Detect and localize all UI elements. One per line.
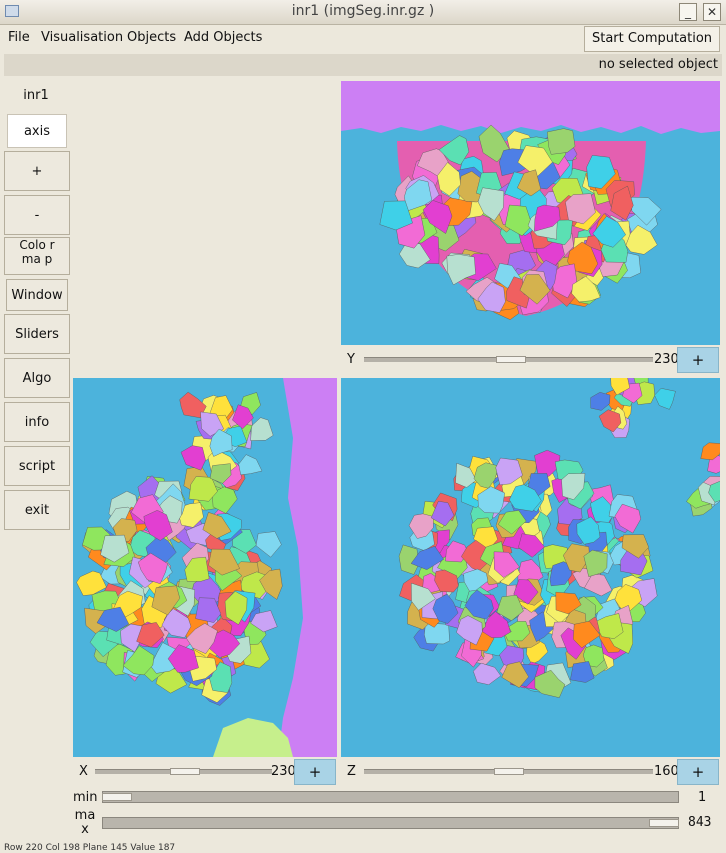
max-value: 843 bbox=[688, 815, 712, 830]
x-slider-value: 230 bbox=[271, 764, 296, 779]
menu-visualisation[interactable]: Visualisation bbox=[41, 30, 123, 45]
algo-button[interactable]: Algo bbox=[4, 358, 70, 398]
z-slider-thumb[interactable] bbox=[493, 768, 524, 775]
y-view-image[interactable] bbox=[341, 81, 720, 345]
z-plus-button[interactable]: + bbox=[677, 759, 719, 785]
min-slider-thumb[interactable] bbox=[102, 793, 132, 801]
max-label: ma x bbox=[74, 808, 96, 837]
selection-status: no selected object bbox=[598, 57, 718, 72]
max-slider-thumb[interactable] bbox=[649, 819, 679, 827]
y-slider-label: Y bbox=[347, 352, 355, 367]
y-slider-value: 230 bbox=[654, 352, 679, 367]
cursor-status: Row 220 Col 198 Plane 145 Value 187 bbox=[4, 843, 176, 853]
x-view-image[interactable] bbox=[73, 378, 337, 757]
zoom-in-button[interactable]: + bbox=[4, 151, 70, 191]
axis-button[interactable]: axis bbox=[7, 114, 67, 148]
minimize-icon[interactable]: _ bbox=[679, 3, 697, 21]
z-view-segmentation bbox=[341, 378, 720, 757]
start-computation-button[interactable]: Start Computation bbox=[584, 26, 720, 52]
x-slider-label: X bbox=[79, 764, 88, 779]
menu-file[interactable]: File bbox=[8, 30, 30, 45]
y-slider-thumb[interactable] bbox=[496, 356, 527, 363]
close-icon[interactable]: ✕ bbox=[703, 3, 721, 21]
max-slider-track[interactable] bbox=[102, 817, 679, 829]
x-plus-button[interactable]: + bbox=[294, 759, 336, 785]
info-button[interactable]: info bbox=[4, 402, 70, 442]
segmentation-cell bbox=[424, 623, 450, 645]
z-slider-value: 160 bbox=[654, 764, 679, 779]
script-button[interactable]: script bbox=[4, 446, 70, 486]
window-button[interactable]: Window bbox=[6, 279, 68, 311]
min-label: min bbox=[73, 790, 98, 805]
zoom-out-button[interactable]: - bbox=[4, 195, 70, 235]
menu-objects[interactable]: Objects bbox=[127, 30, 176, 45]
menu-add-objects[interactable]: Add Objects bbox=[184, 30, 262, 45]
min-slider-track[interactable] bbox=[102, 791, 679, 803]
x-view-segmentation bbox=[73, 378, 337, 757]
colormap-button[interactable]: Colo rma p bbox=[4, 237, 70, 275]
view-name-label: inr1 bbox=[23, 88, 49, 103]
window-title: inr1 (imgSeg.inr.gz ) bbox=[291, 3, 435, 19]
exit-button[interactable]: exit bbox=[4, 490, 70, 530]
z-slider-label: Z bbox=[347, 764, 356, 779]
sliders-button[interactable]: Sliders bbox=[4, 314, 70, 354]
z-view-image[interactable] bbox=[341, 378, 720, 757]
y-plus-button[interactable]: + bbox=[677, 347, 719, 373]
y-view-segmentation bbox=[341, 81, 720, 345]
min-value: 1 bbox=[698, 790, 707, 805]
x-slider-thumb[interactable] bbox=[169, 768, 200, 775]
